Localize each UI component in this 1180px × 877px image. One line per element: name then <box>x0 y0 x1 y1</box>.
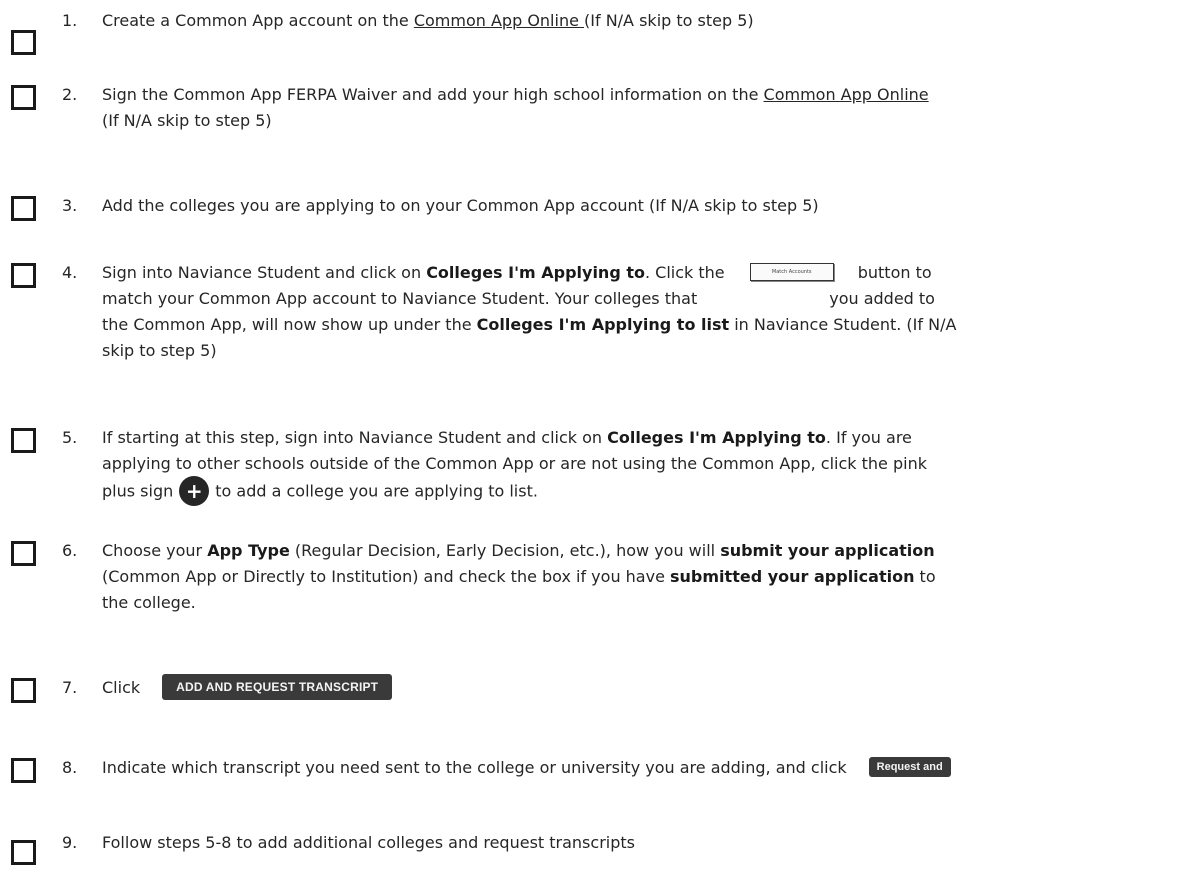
step-number: 7. <box>62 678 78 697</box>
step-number: 4. <box>62 263 78 282</box>
step-1-checkbox[interactable] <box>11 30 36 55</box>
step-8-checkbox[interactable] <box>11 758 36 783</box>
step-text: Sign into Naviance Student and click on … <box>102 262 957 360</box>
common-app-online-link[interactable]: Common App Online <box>414 11 584 30</box>
step-4-checkbox[interactable] <box>11 263 36 288</box>
step-5-checkbox[interactable] <box>11 428 36 453</box>
step-number: 9. <box>62 833 78 852</box>
match-accounts-button[interactable]: Match Accounts <box>749 262 834 281</box>
step-number: 3. <box>62 196 78 215</box>
step-text: Add the colleges you are applying to on … <box>102 196 819 215</box>
step-6-checkbox[interactable] <box>11 541 36 566</box>
step-number: 6. <box>62 541 78 560</box>
step-number: 1. <box>62 11 78 30</box>
step-text: Indicate which transcript you need sent … <box>102 755 1180 781</box>
step-3-checkbox[interactable] <box>11 196 36 221</box>
step-number: 2. <box>62 85 78 104</box>
step-number: 8. <box>62 758 78 777</box>
plus-icon[interactable]: + <box>179 476 210 506</box>
step-7-checkbox[interactable] <box>11 678 36 703</box>
common-app-online-link[interactable]: Common App Online <box>764 85 929 104</box>
step-text: If starting at this step, sign into Navi… <box>102 425 1180 506</box>
request-and-add-button[interactable]: Request and <box>868 756 951 777</box>
add-and-request-transcript-button[interactable]: ADD AND REQUEST TRANSCRIPT <box>162 673 393 700</box>
step-text: Create a Common App account on the Commo… <box>102 11 754 30</box>
step-number: 5. <box>62 428 78 447</box>
step-text: Sign the Common App FERPA Waiver and add… <box>102 85 929 130</box>
step-text: Click ADD AND REQUEST TRANSCRIPT <box>102 673 1180 701</box>
step-text: Choose your App Type (Regular Decision, … <box>102 541 936 612</box>
step-2-checkbox[interactable] <box>11 85 36 110</box>
step-text: Follow steps 5-8 to add additional colle… <box>102 833 635 852</box>
step-9-checkbox[interactable] <box>11 840 36 865</box>
